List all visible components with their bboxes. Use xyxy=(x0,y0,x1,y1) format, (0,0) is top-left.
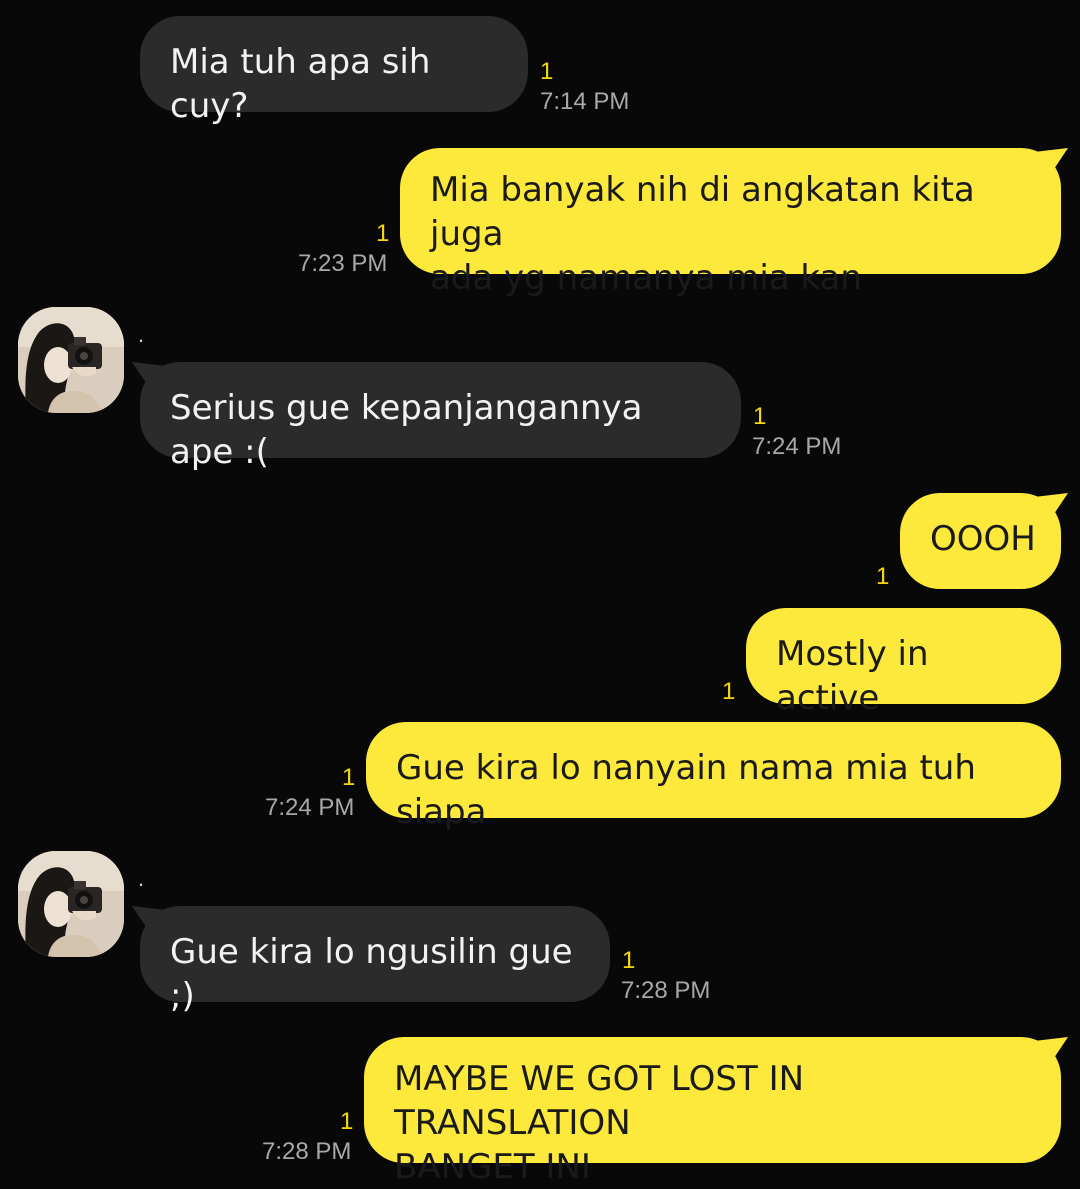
unread-count: 1 xyxy=(753,403,767,430)
contact-avatar[interactable] xyxy=(18,851,124,957)
message-timestamp: 7:28 PM xyxy=(262,1138,352,1165)
message-bubble[interactable]: OOOH xyxy=(900,493,1061,589)
message-timestamp: 7:24 PM xyxy=(265,794,355,821)
message-timestamp: 7:14 PM xyxy=(540,88,630,115)
unread-count: 1 xyxy=(622,947,636,974)
unread-count: 1 xyxy=(342,764,356,791)
message-bubble[interactable]: Mia tuh apa sih cuy? xyxy=(140,16,528,126)
unread-count: 1 xyxy=(340,1108,354,1135)
unread-count: 1 xyxy=(540,58,554,85)
message-timestamp: 7:24 PM xyxy=(752,433,842,460)
profile-photo-image xyxy=(18,307,124,413)
contact-avatar[interactable] xyxy=(18,307,124,413)
unread-count: 1 xyxy=(722,678,736,705)
sender-name: . xyxy=(138,866,145,891)
unread-count: 1 xyxy=(376,220,390,247)
message-bubble[interactable]: Gue kira lo ngusilin gue ;) xyxy=(140,906,610,1016)
sender-name: . xyxy=(138,322,145,347)
message-bubble[interactable]: Gue kira lo nanyain nama mia tuh siapa xyxy=(366,722,1061,832)
message-bubble[interactable]: Mia banyak nih di angkatan kita juga ada… xyxy=(400,148,1061,298)
message-bubble[interactable]: Serius gue kepanjangannya ape :( xyxy=(140,362,741,472)
message-timestamp: 7:28 PM xyxy=(621,977,711,1004)
unread-count: 1 xyxy=(876,563,890,590)
message-bubble[interactable]: MAYBE WE GOT LOST IN TRANSLATION BANGET … xyxy=(364,1037,1061,1187)
message-timestamp: 7:23 PM xyxy=(298,250,388,277)
profile-photo-image xyxy=(18,851,124,957)
message-bubble[interactable]: Mostly in active xyxy=(746,608,1061,718)
